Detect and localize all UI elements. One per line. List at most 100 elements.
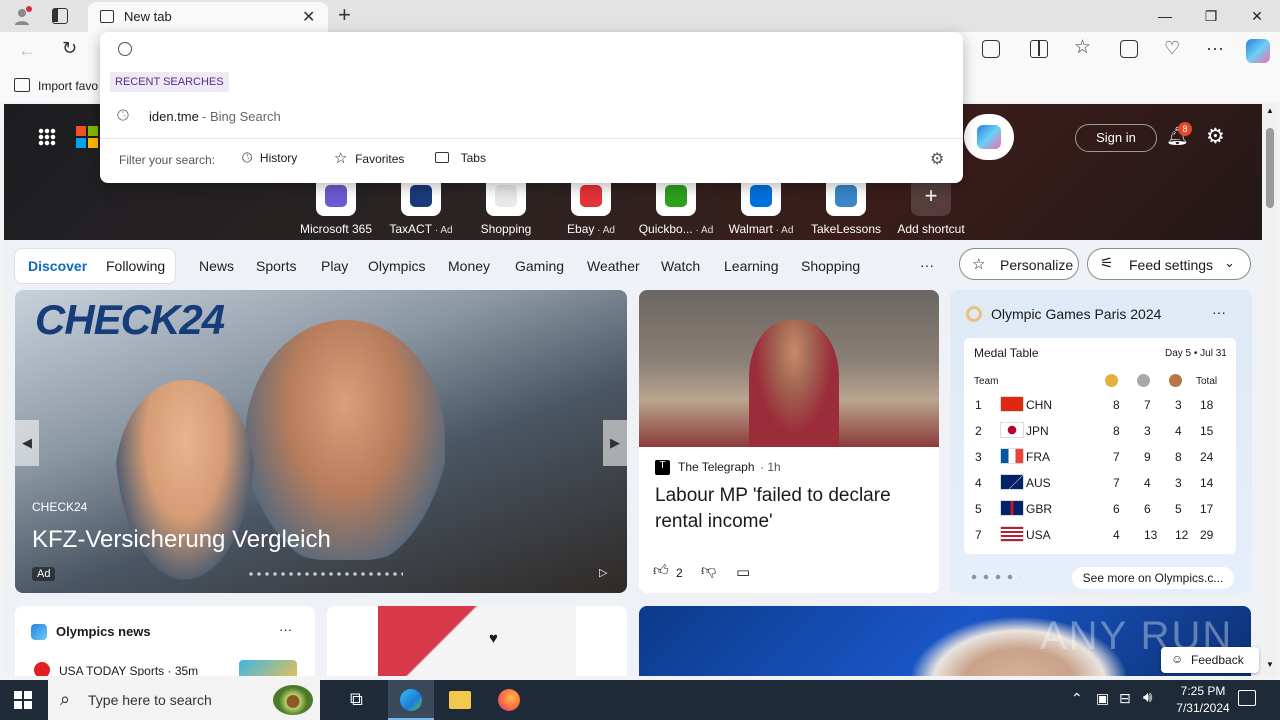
nav-sports[interactable]: Sports bbox=[256, 258, 296, 274]
microsoft-logo[interactable] bbox=[76, 126, 98, 148]
widget-more-icon[interactable]: ··· bbox=[1212, 304, 1226, 320]
sign-in-button[interactable]: Sign in bbox=[1075, 124, 1157, 152]
medal-cell-bronze: 12 bbox=[1175, 528, 1189, 542]
clock-date[interactable]: 7/31/2024 bbox=[1166, 701, 1240, 715]
collections-icon[interactable] bbox=[1120, 40, 1138, 58]
medal-table[interactable]: Medal Table Day 5 • Jul 31 Team Total 1 C… bbox=[964, 338, 1236, 554]
shortcut-5[interactable]: Walmart · Ad bbox=[718, 176, 804, 236]
tray-chevron-icon[interactable]: ⌃ bbox=[1071, 690, 1083, 707]
news-card[interactable]: T The Telegraph · 1h Labour MP 'failed t… bbox=[639, 290, 939, 593]
nav-news[interactable]: News bbox=[199, 258, 234, 274]
olympics-news-title[interactable]: Olympics news bbox=[56, 624, 151, 639]
close-window-button[interactable]: ✕ bbox=[1234, 0, 1280, 32]
tab-discover[interactable]: Discover bbox=[28, 258, 87, 274]
shortcut-0[interactable]: Microsoft 365 bbox=[293, 176, 379, 236]
favorites-star-icon[interactable]: ☆ bbox=[1074, 36, 1091, 59]
firefox-icon[interactable] bbox=[498, 689, 520, 711]
extensions-icon[interactable] bbox=[982, 40, 1000, 58]
news-title[interactable]: Labour MP 'failed to declare rental inco… bbox=[655, 483, 925, 535]
nav-weather[interactable]: Weather bbox=[587, 258, 640, 274]
volume-icon[interactable]: 🔊︎ bbox=[1143, 689, 1152, 706]
personalize-button[interactable]: ☆ Personalize bbox=[959, 248, 1079, 280]
adchoices-icon[interactable]: ▷ bbox=[599, 566, 607, 579]
tab-actions-icon[interactable] bbox=[52, 8, 68, 24]
start-button[interactable] bbox=[14, 691, 32, 709]
copilot-icon[interactable] bbox=[1246, 39, 1270, 63]
widget-title[interactable]: Olympic Games Paris 2024 bbox=[991, 306, 1161, 322]
medal-table-title: Medal Table bbox=[974, 346, 1039, 360]
tray-device-icon[interactable]: ▣ bbox=[1096, 690, 1109, 707]
import-favorites-icon[interactable] bbox=[14, 78, 30, 92]
medal-row[interactable]: 7 USA 4 13 12 29 bbox=[972, 522, 1232, 548]
page-settings-gear-icon[interactable]: ⚙ bbox=[1206, 124, 1225, 149]
filter-history-button[interactable]: 🕓︎ History bbox=[242, 150, 297, 166]
shortcut-4[interactable]: Quickbo... · Ad bbox=[633, 176, 719, 236]
split-screen-icon[interactable] bbox=[1030, 40, 1048, 58]
medal-row[interactable]: 3 FRA 7 9 8 24 bbox=[972, 444, 1232, 470]
browser-essentials-icon[interactable]: ♡ bbox=[1164, 38, 1180, 59]
taskbar-search-box[interactable]: ⌕ Type here to search bbox=[48, 680, 320, 720]
restore-button[interactable]: ❐ bbox=[1188, 0, 1234, 32]
file-explorer-icon[interactable] bbox=[449, 691, 471, 709]
nav-watch[interactable]: Watch bbox=[661, 258, 700, 274]
olympics-news-more-icon[interactable]: ··· bbox=[279, 622, 292, 637]
olympics-news-thumbnail[interactable] bbox=[239, 660, 297, 676]
scroll-up-icon[interactable]: ▲ bbox=[1266, 106, 1274, 115]
scroll-down-icon[interactable]: ▼ bbox=[1266, 660, 1274, 669]
medal-row[interactable]: 4 AUS 7 4 3 14 bbox=[972, 470, 1232, 496]
new-tab-button[interactable]: + bbox=[338, 2, 351, 28]
ad-title[interactable]: KFZ-Versicherung Vergleich bbox=[32, 526, 331, 554]
back-icon[interactable]: ← bbox=[18, 40, 36, 61]
nav-olympics[interactable]: Olympics bbox=[368, 258, 426, 274]
task-view-icon[interactable]: ⧉ bbox=[350, 689, 363, 710]
tab-following[interactable]: Following bbox=[106, 258, 165, 274]
edge-taskbar-icon[interactable] bbox=[388, 680, 434, 720]
feedback-button[interactable]: ☺ Feedback bbox=[1161, 647, 1259, 673]
medal-row[interactable]: 1 CHN 8 7 3 18 bbox=[972, 392, 1232, 418]
shortcut-2[interactable]: Shopping bbox=[463, 176, 549, 236]
copilot-button[interactable] bbox=[964, 114, 1014, 160]
scrollbar-thumb[interactable] bbox=[1266, 128, 1274, 208]
refresh-icon[interactable]: ↻ bbox=[62, 38, 77, 59]
shortcut-3[interactable]: Ebay · Ad bbox=[548, 176, 634, 236]
medal-cell-rank: 2 bbox=[975, 424, 982, 438]
nav-money[interactable]: Money bbox=[448, 258, 490, 274]
tab-new-tab[interactable]: New tab ✕ bbox=[88, 2, 328, 32]
clock-time[interactable]: 7:25 PM bbox=[1174, 684, 1232, 698]
medal-row[interactable]: 2 JPN 8 3 4 15 bbox=[972, 418, 1232, 444]
shortcut-7[interactable]: + Add shortcut bbox=[888, 176, 974, 236]
nav-play[interactable]: Play bbox=[321, 258, 348, 274]
dislike-icon[interactable]: 👎︎ bbox=[701, 562, 716, 580]
minimize-button[interactable]: — bbox=[1142, 0, 1188, 32]
network-icon[interactable]: ⊟ bbox=[1119, 690, 1131, 707]
medal-cell-bronze: 8 bbox=[1175, 450, 1182, 464]
carousel-next-button[interactable]: ▶ bbox=[603, 420, 627, 466]
see-more-link[interactable]: See more on Olympics.c... bbox=[1072, 567, 1234, 589]
carousel-prev-button[interactable]: ◀ bbox=[15, 420, 39, 466]
filter-tabs-button[interactable]: Tabs bbox=[435, 150, 486, 165]
search-settings-gear-icon[interactable]: ⚙ bbox=[930, 149, 944, 169]
notification-center-icon[interactable] bbox=[1238, 690, 1256, 706]
recent-search-item[interactable]: 🕓︎ iden.tme - Bing Search bbox=[100, 102, 963, 132]
more-nav-icon[interactable]: ··· bbox=[920, 257, 934, 273]
olympics-news-item-source: USA TODAY Sports · 35m bbox=[59, 664, 199, 676]
medal-row[interactable]: 5 GBR 6 6 5 17 bbox=[972, 496, 1232, 522]
nav-shopping[interactable]: Shopping bbox=[801, 258, 860, 274]
profile-icon[interactable] bbox=[12, 6, 32, 26]
feed-settings-button[interactable]: ⚟ Feed settings ⌄ bbox=[1087, 248, 1251, 280]
filter-favorites-button[interactable]: ☆ Favorites bbox=[334, 149, 404, 167]
nav-gaming[interactable]: Gaming bbox=[515, 258, 564, 274]
app-launcher-icon[interactable] bbox=[38, 128, 56, 146]
address-input[interactable] bbox=[142, 38, 942, 62]
like-icon[interactable]: 👍︎ bbox=[653, 562, 669, 580]
comment-icon[interactable]: ▭ bbox=[736, 563, 750, 581]
shortcut-6[interactable]: TakeLessons bbox=[803, 176, 889, 236]
close-tab-icon[interactable]: ✕ bbox=[302, 7, 315, 27]
settings-more-icon[interactable]: ··· bbox=[1206, 38, 1224, 59]
nav-learning[interactable]: Learning bbox=[724, 258, 779, 274]
ad-card[interactable]: CHECK24 ◀ ▶ CHECK24 KFZ-Versicherung Ver… bbox=[15, 290, 627, 593]
shortcut-1[interactable]: TaxACT · Ad bbox=[378, 176, 464, 236]
product-card[interactable]: ♥ bbox=[327, 606, 627, 676]
page-scrollbar[interactable]: ▲ ▼ bbox=[1263, 104, 1277, 676]
import-favorites-link[interactable]: Import favo bbox=[38, 79, 98, 93]
